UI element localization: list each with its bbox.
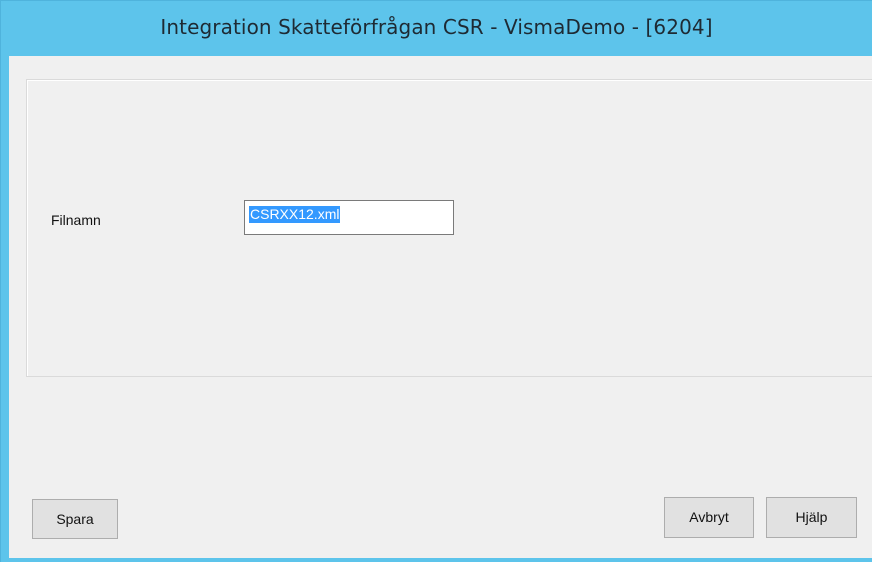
- filename-label: Filnamn: [51, 212, 101, 228]
- title-bar[interactable]: Integration Skatteförfrågan CSR - VismaD…: [1, 1, 872, 56]
- filename-input-value[interactable]: CSRXX12.xml: [249, 206, 341, 223]
- cancel-button[interactable]: Avbryt: [664, 497, 754, 538]
- window-bottom-border: [9, 558, 872, 562]
- window-title: Integration Skatteförfrågan CSR - VismaD…: [160, 15, 713, 39]
- dialog-window: Integration Skatteförfrågan CSR - VismaD…: [0, 0, 872, 562]
- filename-input[interactable]: CSRXX12.xml: [244, 200, 454, 235]
- dialog-body: Filnamn CSRXX12.xml Spara Avbryt Hjälp: [9, 56, 872, 558]
- save-button[interactable]: Spara: [32, 499, 118, 539]
- help-button[interactable]: Hjälp: [766, 497, 857, 538]
- settings-group: Filnamn CSRXX12.xml: [26, 79, 872, 377]
